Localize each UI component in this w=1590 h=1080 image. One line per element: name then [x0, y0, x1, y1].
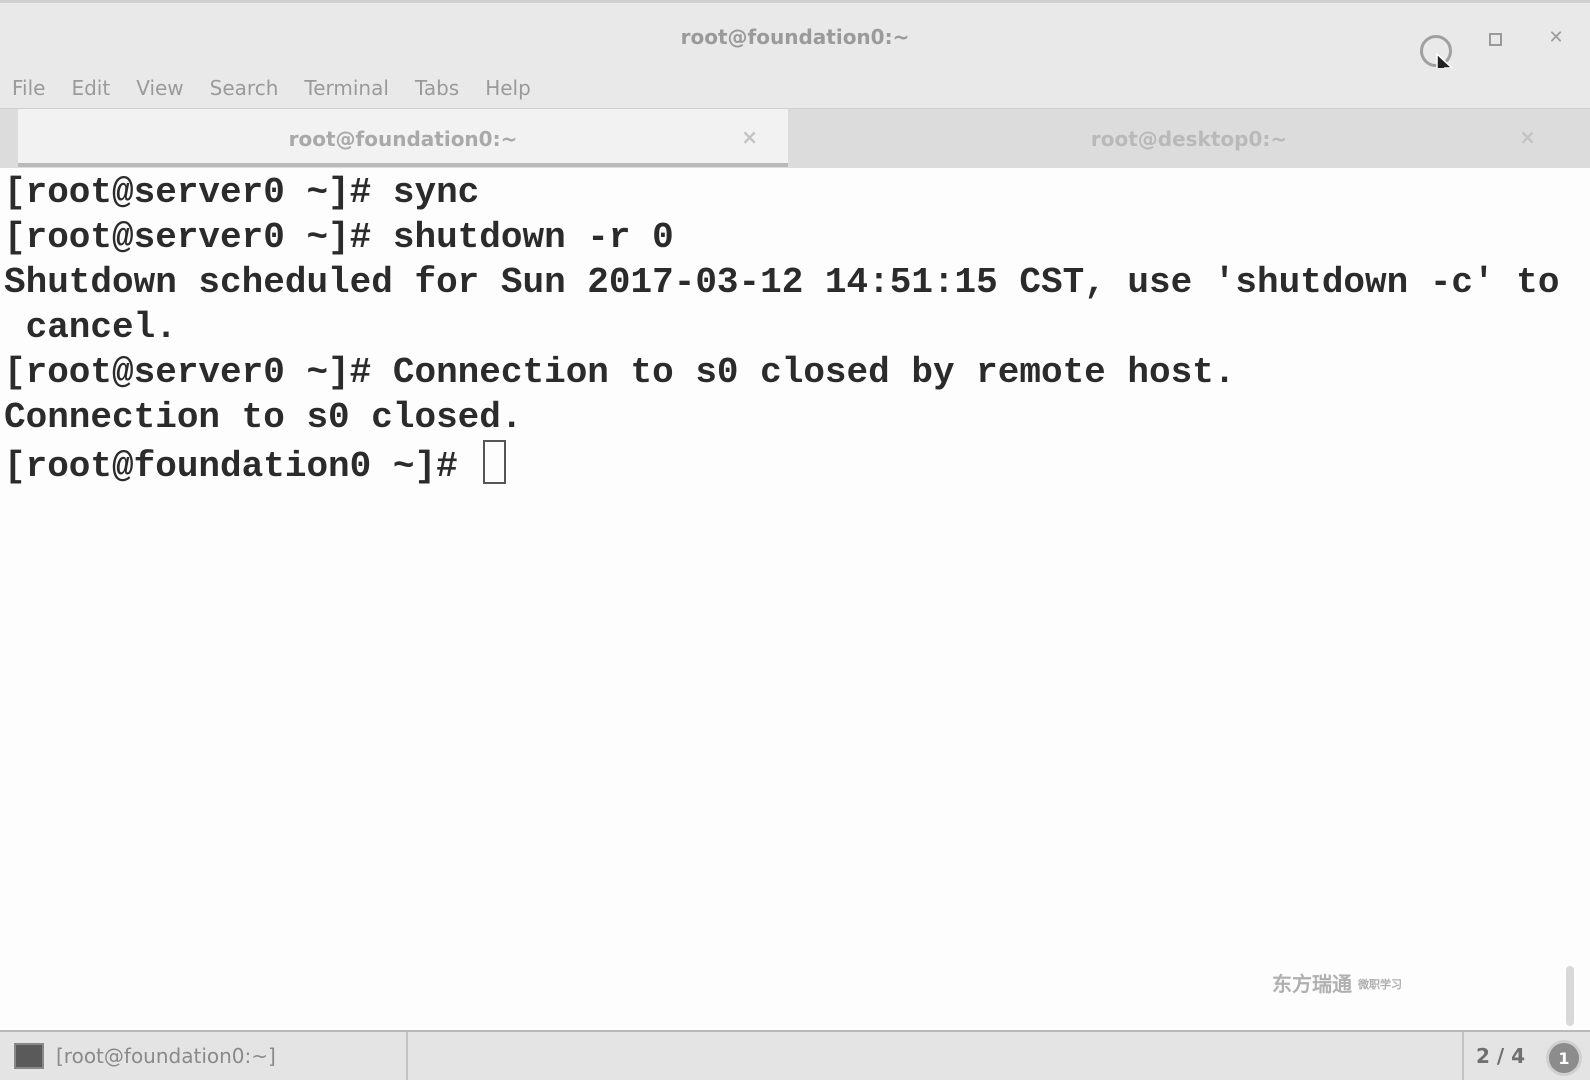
text-cursor — [483, 440, 507, 484]
watermark-logo: 东方瑞通 微职学习 — [1272, 968, 1402, 997]
terminal-window: root@foundation0:~ ✕ File Edit View Sear… — [0, 0, 1590, 1080]
workspace-switcher[interactable]: 2 / 4 — [1462, 1032, 1540, 1080]
window-title: root@foundation0:~ — [680, 25, 910, 49]
maximize-icon — [1488, 32, 1502, 46]
terminal-prompt: [root@foundation0 ~]# — [4, 446, 480, 487]
tab-close-icon[interactable]: × — [1519, 125, 1536, 149]
menu-tabs[interactable]: Tabs — [415, 76, 459, 100]
menu-file[interactable]: File — [12, 76, 45, 100]
title-bar[interactable]: root@foundation0:~ ✕ — [0, 0, 1590, 79]
terminal-line: cancel. — [4, 307, 177, 348]
menu-bar: File Edit View Search Terminal Tabs Help — [0, 68, 1590, 108]
terminal-icon — [14, 1043, 44, 1069]
watermark-subtext: 微职学习 — [1358, 978, 1402, 991]
taskbar-window-button[interactable]: [root@foundation0:~] — [0, 1032, 408, 1080]
tab-bar: root@foundation0:~ × root@desktop0:~ × — [0, 108, 1590, 168]
tab-foundation0[interactable]: root@foundation0:~ × — [18, 109, 788, 167]
menu-edit[interactable]: Edit — [71, 76, 110, 100]
close-button[interactable]: ✕ — [1538, 19, 1574, 55]
terminal-output[interactable]: [root@server0 ~]# sync [root@server0 ~]#… — [0, 170, 1570, 1030]
terminal-line: [root@server0 ~]# shutdown -r 0 — [4, 217, 674, 258]
taskbar-window-label: [root@foundation0:~] — [56, 1044, 276, 1068]
terminal-line: Connection to s0 closed. — [4, 397, 523, 438]
tab-label: root@desktop0:~ — [1090, 127, 1288, 151]
taskbar: [root@foundation0:~] 2 / 4 1 — [0, 1030, 1590, 1080]
terminal-line: [root@server0 ~]# sync — [4, 172, 480, 213]
terminal-line: [root@server0 ~]# Connection to s0 close… — [4, 352, 1236, 393]
menu-view[interactable]: View — [136, 76, 183, 100]
terminal-prompt-line[interactable]: [root@foundation0 ~]# — [4, 440, 1570, 487]
notification-badge[interactable]: 1 — [1546, 1040, 1582, 1076]
menu-terminal[interactable]: Terminal — [304, 76, 389, 100]
tab-close-icon[interactable]: × — [741, 125, 758, 149]
terminal-line: Shutdown scheduled for Sun 2017-03-12 14… — [4, 262, 1560, 303]
maximize-button[interactable] — [1477, 21, 1513, 57]
tab-desktop0[interactable]: root@desktop0:~ × — [788, 109, 1590, 167]
tab-label: root@foundation0:~ — [288, 127, 518, 151]
watermark-text: 东方瑞通 — [1272, 972, 1352, 996]
menu-help[interactable]: Help — [485, 76, 531, 100]
scrollbar[interactable] — [1566, 966, 1574, 1026]
menu-search[interactable]: Search — [210, 76, 279, 100]
close-icon: ✕ — [1548, 26, 1564, 48]
